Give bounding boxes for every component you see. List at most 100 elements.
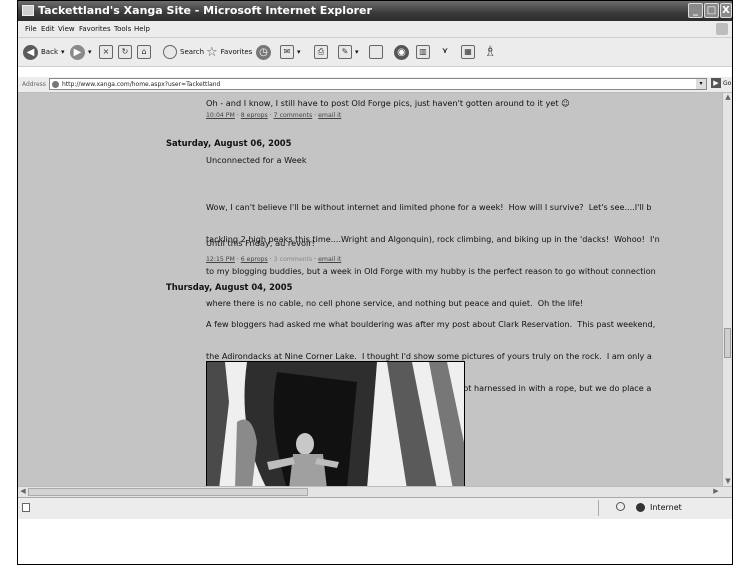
post-text-line: Oh - and I know, I still have to post Ol… bbox=[206, 98, 570, 108]
bookmarklet-button[interactable]: ⋎ bbox=[438, 43, 452, 61]
favorites-button[interactable]: ☆ Favorites bbox=[206, 43, 252, 61]
post-text-line: to my blogging buddies, but a week in Ol… bbox=[206, 265, 656, 276]
scroll-down-icon[interactable]: ▼ bbox=[724, 477, 732, 486]
menu-bar: File Edit View Favorites Tools Help bbox=[18, 21, 732, 38]
address-url: http://www.xanga.com/home.aspx?user=Tack… bbox=[62, 81, 221, 88]
status-bar: Internet bbox=[18, 497, 732, 519]
go-label: Go bbox=[723, 79, 732, 87]
security-zone: Internet bbox=[650, 503, 682, 512]
post-date: Thursday, August 04, 2005 bbox=[166, 282, 293, 292]
scroll-up-icon[interactable]: ▲ bbox=[724, 93, 732, 102]
post-title: Unconnected for a Week bbox=[206, 155, 307, 165]
messenger-button[interactable]: ◉ bbox=[394, 43, 409, 61]
refresh-button[interactable]: ↻ bbox=[118, 43, 132, 61]
search-label: Search bbox=[180, 48, 205, 56]
status-divider bbox=[598, 500, 599, 516]
comments-link[interactable]: 3 comments bbox=[274, 256, 313, 263]
post-time-link[interactable]: 12:15 PM bbox=[206, 256, 235, 263]
horizontal-scrollbar[interactable]: ◀ ▶ bbox=[18, 486, 732, 497]
ie-page-icon bbox=[22, 5, 34, 16]
vertical-scrollbar[interactable]: ▲ ▼ bbox=[722, 93, 732, 486]
scroll-left-icon[interactable]: ◀ bbox=[19, 487, 27, 496]
print-icon: ⎙ bbox=[314, 45, 328, 59]
edit-icon: ✎ bbox=[338, 45, 352, 59]
page-content: Oh - and I know, I still have to post Ol… bbox=[18, 93, 722, 486]
tools-icon: ▦ bbox=[461, 45, 475, 59]
chevron-down-icon[interactable]: ▾ bbox=[696, 79, 706, 89]
book-icon: ▥ bbox=[416, 45, 430, 59]
chevron-down-icon: ▾ bbox=[88, 48, 92, 56]
discuss-button[interactable] bbox=[369, 43, 383, 61]
internet-zone-icon bbox=[636, 503, 645, 512]
menu-file[interactable]: File bbox=[25, 25, 37, 33]
horizontal-scroll-thumb[interactable] bbox=[28, 488, 308, 496]
chevron-down-icon: ▾ bbox=[297, 48, 301, 56]
photo-image bbox=[207, 362, 464, 486]
home-icon: ⌂ bbox=[137, 45, 151, 59]
go-button[interactable]: ▶ Go bbox=[711, 78, 731, 88]
email-it-link[interactable]: email it bbox=[318, 256, 341, 263]
title-bar: Tackettland's Xanga Site - Microsoft Int… bbox=[18, 1, 732, 21]
page-icon bbox=[52, 81, 59, 88]
back-label: Back bbox=[41, 48, 58, 56]
messenger-icon: ◉ bbox=[394, 44, 409, 60]
address-label: Address bbox=[22, 81, 46, 88]
post-date: Saturday, August 06, 2005 bbox=[166, 138, 292, 148]
post-closing: Until this Friday, au revoir! bbox=[206, 238, 315, 248]
window-title: Tackettland's Xanga Site - Microsoft Int… bbox=[38, 4, 372, 17]
menu-help[interactable]: Help bbox=[134, 25, 150, 33]
tools-button[interactable]: ▦ bbox=[461, 43, 475, 61]
history-icon: ◷ bbox=[256, 44, 271, 60]
maximize-button[interactable]: □ bbox=[704, 3, 719, 18]
history-button[interactable]: ◷ bbox=[256, 43, 271, 61]
post-text-line: Wow, I can't believe I'll be without int… bbox=[206, 202, 652, 213]
mail-button[interactable]: ✉ ▾ bbox=[280, 43, 301, 61]
research-button[interactable]: ▥ bbox=[416, 43, 430, 61]
search-icon bbox=[163, 45, 177, 59]
stop-button[interactable]: × bbox=[99, 43, 113, 61]
home-button[interactable]: ⌂ bbox=[137, 43, 151, 61]
edit-button[interactable]: ✎ ▾ bbox=[338, 43, 359, 61]
security-icon bbox=[616, 502, 625, 511]
menu-tools[interactable]: Tools bbox=[114, 25, 131, 33]
menu-edit[interactable]: Edit bbox=[41, 25, 55, 33]
back-arrow-icon: ◀ bbox=[23, 44, 38, 60]
star-icon: ☆ bbox=[206, 44, 218, 60]
comments-link[interactable]: 7 comments bbox=[274, 112, 313, 119]
forward-button[interactable]: ▶ ▾ bbox=[70, 43, 92, 61]
eprops-link[interactable]: 8 eprops bbox=[241, 112, 268, 119]
scroll-right-icon[interactable]: ▶ bbox=[712, 487, 720, 496]
post-meta: 12:15 PM · 6 eprops · 3 comments · email… bbox=[206, 256, 342, 263]
address-bar: Address http://www.xanga.com/home.aspx?u… bbox=[18, 77, 732, 93]
eprops-link[interactable]: 6 eprops bbox=[241, 256, 268, 263]
back-button[interactable]: ◀ Back ▾ bbox=[23, 43, 65, 61]
email-it-link[interactable]: email it bbox=[318, 112, 341, 119]
search-button[interactable]: Search bbox=[163, 43, 204, 61]
people-icon: ♗ bbox=[484, 44, 497, 60]
post-text-line: the Adirondacks at Nine Corner Lake. I t… bbox=[206, 350, 652, 361]
vertical-scroll-thumb[interactable] bbox=[724, 328, 731, 358]
standard-toolbar: ◀ Back ▾ ▶ ▾ × ↻ ⌂ Search ☆ Favorites ◷ … bbox=[18, 38, 732, 67]
favorites-label: Favorites bbox=[220, 48, 253, 56]
mail-icon: ✉ bbox=[280, 45, 294, 59]
discuss-icon bbox=[369, 45, 383, 59]
post-meta: 10:04 PM · 8 eprops · 7 comments · email… bbox=[206, 112, 342, 119]
stop-icon: × bbox=[99, 45, 113, 59]
address-input[interactable]: http://www.xanga.com/home.aspx?user=Tack… bbox=[49, 78, 707, 90]
close-button[interactable]: X bbox=[720, 3, 732, 18]
minimize-button[interactable]: _ bbox=[688, 3, 703, 18]
menu-view[interactable]: View bbox=[58, 25, 75, 33]
chevron-down-icon: ▾ bbox=[355, 48, 359, 56]
page-status-icon bbox=[22, 503, 30, 512]
refresh-icon: ↻ bbox=[118, 45, 132, 59]
go-arrow-icon: ▶ bbox=[711, 78, 721, 88]
post-text-line: A few bloggers had asked me what boulder… bbox=[206, 319, 656, 330]
windows-logo-icon bbox=[716, 23, 728, 35]
print-button[interactable]: ⎙ bbox=[314, 43, 328, 61]
bookmark-icon: ⋎ bbox=[441, 46, 449, 55]
contacts-button[interactable]: ♗ bbox=[484, 43, 497, 61]
menu-favorites[interactable]: Favorites bbox=[79, 25, 111, 33]
bouldering-photo bbox=[206, 361, 465, 486]
chevron-down-icon: ▾ bbox=[61, 48, 65, 56]
post-time-link[interactable]: 10:04 PM bbox=[206, 112, 235, 119]
